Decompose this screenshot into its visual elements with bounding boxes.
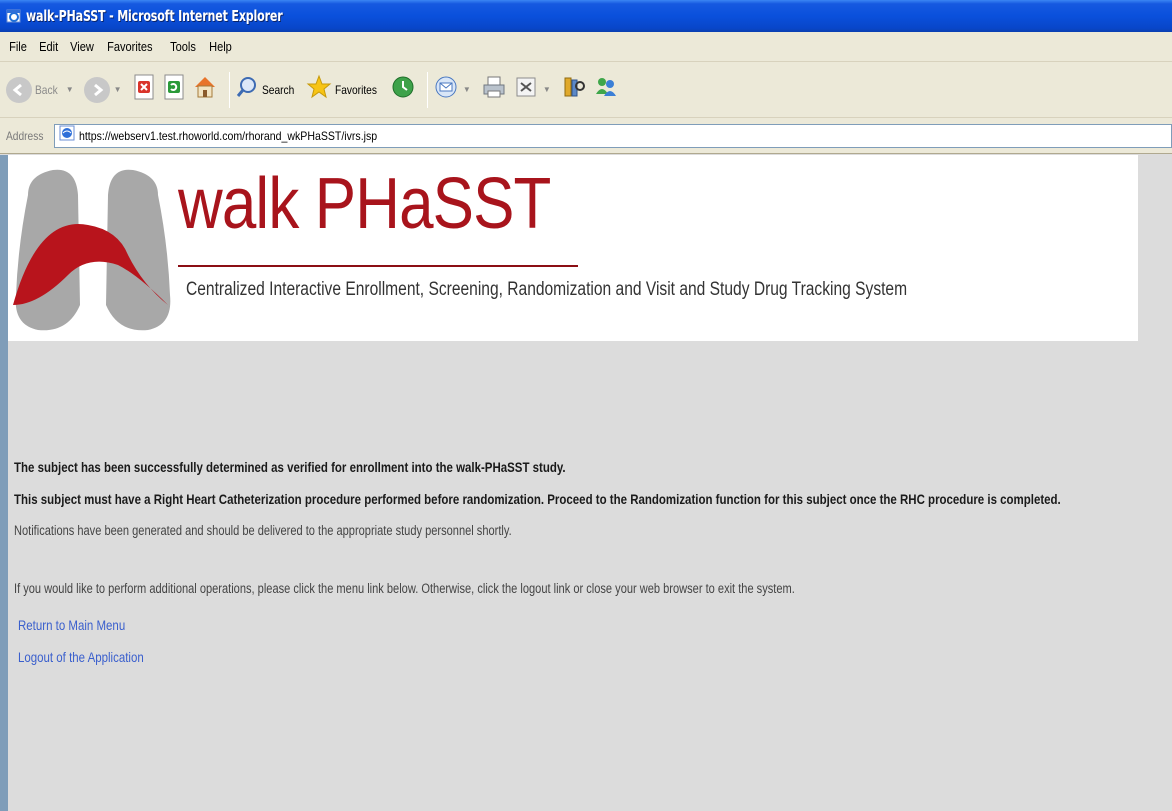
history-icon [390,74,416,105]
messenger-icon [593,74,619,105]
mail-icon [433,74,459,105]
window-titlebar[interactable]: walk-PHaSST - Microsoft Internet Explore… [0,0,1172,32]
print-button[interactable] [481,74,507,105]
search-icon [235,75,259,104]
menu-tools[interactable]: Tools [165,39,201,54]
edit-dropdown-icon[interactable]: ▼ [543,85,551,94]
menu-bar: File Edit View Favorites Tools Help [0,32,1172,62]
stop-icon [132,74,156,105]
page-content: walk PHaSST Centralized Interactive Enro… [0,155,1172,811]
address-input[interactable]: https://webserv1.test.rhoworld.com/rhora… [54,123,1172,148]
address-url: https://webserv1.test.rhoworld.com/rhora… [79,128,378,143]
site-banner: walk PHaSST Centralized Interactive Enro… [8,155,1138,341]
title-underline [178,265,578,267]
back-arrow-icon [6,76,32,103]
back-dropdown-icon[interactable]: ▼ [66,85,74,94]
search-button[interactable]: Search [235,75,300,104]
back-label: Back [35,82,58,97]
refresh-icon [162,74,186,105]
verified-message: The subject has been successfully determ… [14,459,566,475]
address-bar: Address https://webserv1.test.rhoworld.c… [0,118,1172,154]
menu-help[interactable]: Help [204,39,237,54]
forward-button[interactable]: ▼ [83,76,126,103]
research-icon [561,74,587,105]
mail-dropdown-icon[interactable]: ▼ [463,85,471,94]
favorites-label: Favorites [334,82,377,97]
edit-button[interactable]: ▼ [513,74,555,105]
app-subtitle: Centralized Interactive Enrollment, Scre… [186,279,908,300]
page-icon [59,125,75,146]
window-title: walk-PHaSST - Microsoft Internet Explore… [26,7,283,25]
app-title: walk PHaSST [178,164,551,244]
instructions-message: If you would like to perform additional … [14,581,795,596]
edit-icon [513,74,539,105]
star-icon [306,74,332,105]
rhc-message: This subject must have a Right Heart Cat… [14,491,1061,507]
back-button[interactable]: Back ▼ [6,76,78,103]
forward-dropdown-icon[interactable]: ▼ [114,85,122,94]
forward-arrow-icon [83,76,110,103]
menu-edit[interactable]: Edit [34,39,63,54]
print-icon [481,74,507,105]
refresh-button[interactable] [162,74,186,105]
stop-button[interactable] [132,74,156,105]
menu-view[interactable]: View [65,39,99,54]
lungs-logo-icon [8,155,178,346]
toolbar-separator [228,71,230,108]
favorites-button[interactable]: Favorites [306,74,384,105]
history-button[interactable] [390,74,416,105]
home-button[interactable] [192,74,218,105]
logout-link[interactable]: Logout of the Application [18,649,144,665]
menu-favorites[interactable]: Favorites [102,39,158,54]
notifications-message: Notifications have been generated and sh… [14,523,512,538]
research-button[interactable] [561,74,587,105]
home-icon [192,74,218,105]
ie-icon [6,8,22,24]
toolbar-separator [426,71,428,108]
toolbar: Back ▼ ▼ Search Favorites ▼ ▼ [0,62,1172,118]
mail-button[interactable]: ▼ [433,74,475,105]
main-menu-link[interactable]: Return to Main Menu [18,617,125,633]
menu-file[interactable]: File [4,39,32,54]
messenger-button[interactable] [593,74,619,105]
search-label: Search [261,82,294,97]
address-label: Address [6,128,44,143]
